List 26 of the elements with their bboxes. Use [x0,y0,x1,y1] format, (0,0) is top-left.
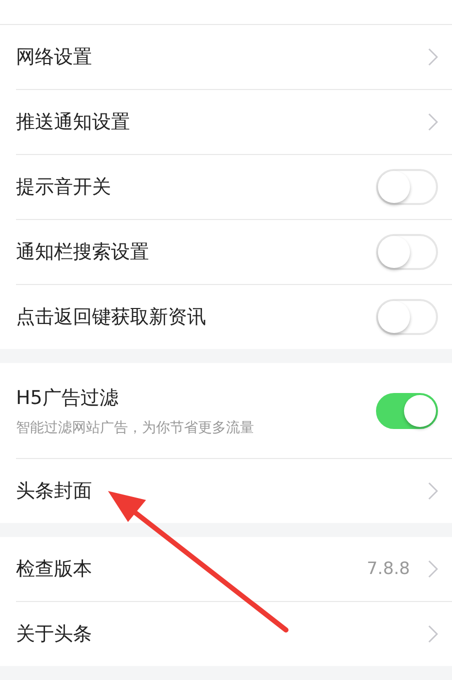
row-label: H5广告过滤 [16,386,120,410]
row-label: 点击返回键获取新资讯 [16,305,206,330]
row-value: 7.8.8 [366,559,410,579]
row-subtitle: 智能过滤网站广告，为你节省更多流量 [16,418,254,436]
row-label: 关于头条 [16,622,92,647]
settings-row[interactable]: 推送通知设置 [16,90,452,155]
toggle-switch[interactable] [376,392,438,428]
settings-row[interactable]: 点击返回键获取新资讯 [0,285,452,349]
settings-row[interactable]: H5广告过滤 智能过滤网站广告，为你节省更多流量 [16,363,452,459]
row-label: 检查版本 [16,557,92,582]
row-label: 提示音开关 [16,175,111,200]
row-label: 头条封面 [16,479,92,504]
settings-row[interactable]: 检查版本 7.8.8 [16,537,452,602]
chevron-icon [428,625,438,643]
settings-row[interactable]: 头条封面 [0,459,452,523]
settings-row[interactable]: 关于头条 [0,602,452,666]
row-label: 推送通知设置 [16,110,130,135]
settings-row[interactable]: 网络设置 [16,25,452,90]
chevron-icon [428,482,438,500]
row-label: 网络设置 [16,45,92,70]
chevron-icon [428,48,438,66]
row-label: 通知栏搜索设置 [16,240,149,265]
chevron-icon [428,560,438,578]
settings-row[interactable]: 通知栏搜索设置 [16,220,452,285]
settings-row[interactable]: 提示音开关 [16,155,452,220]
chevron-icon [428,113,438,131]
